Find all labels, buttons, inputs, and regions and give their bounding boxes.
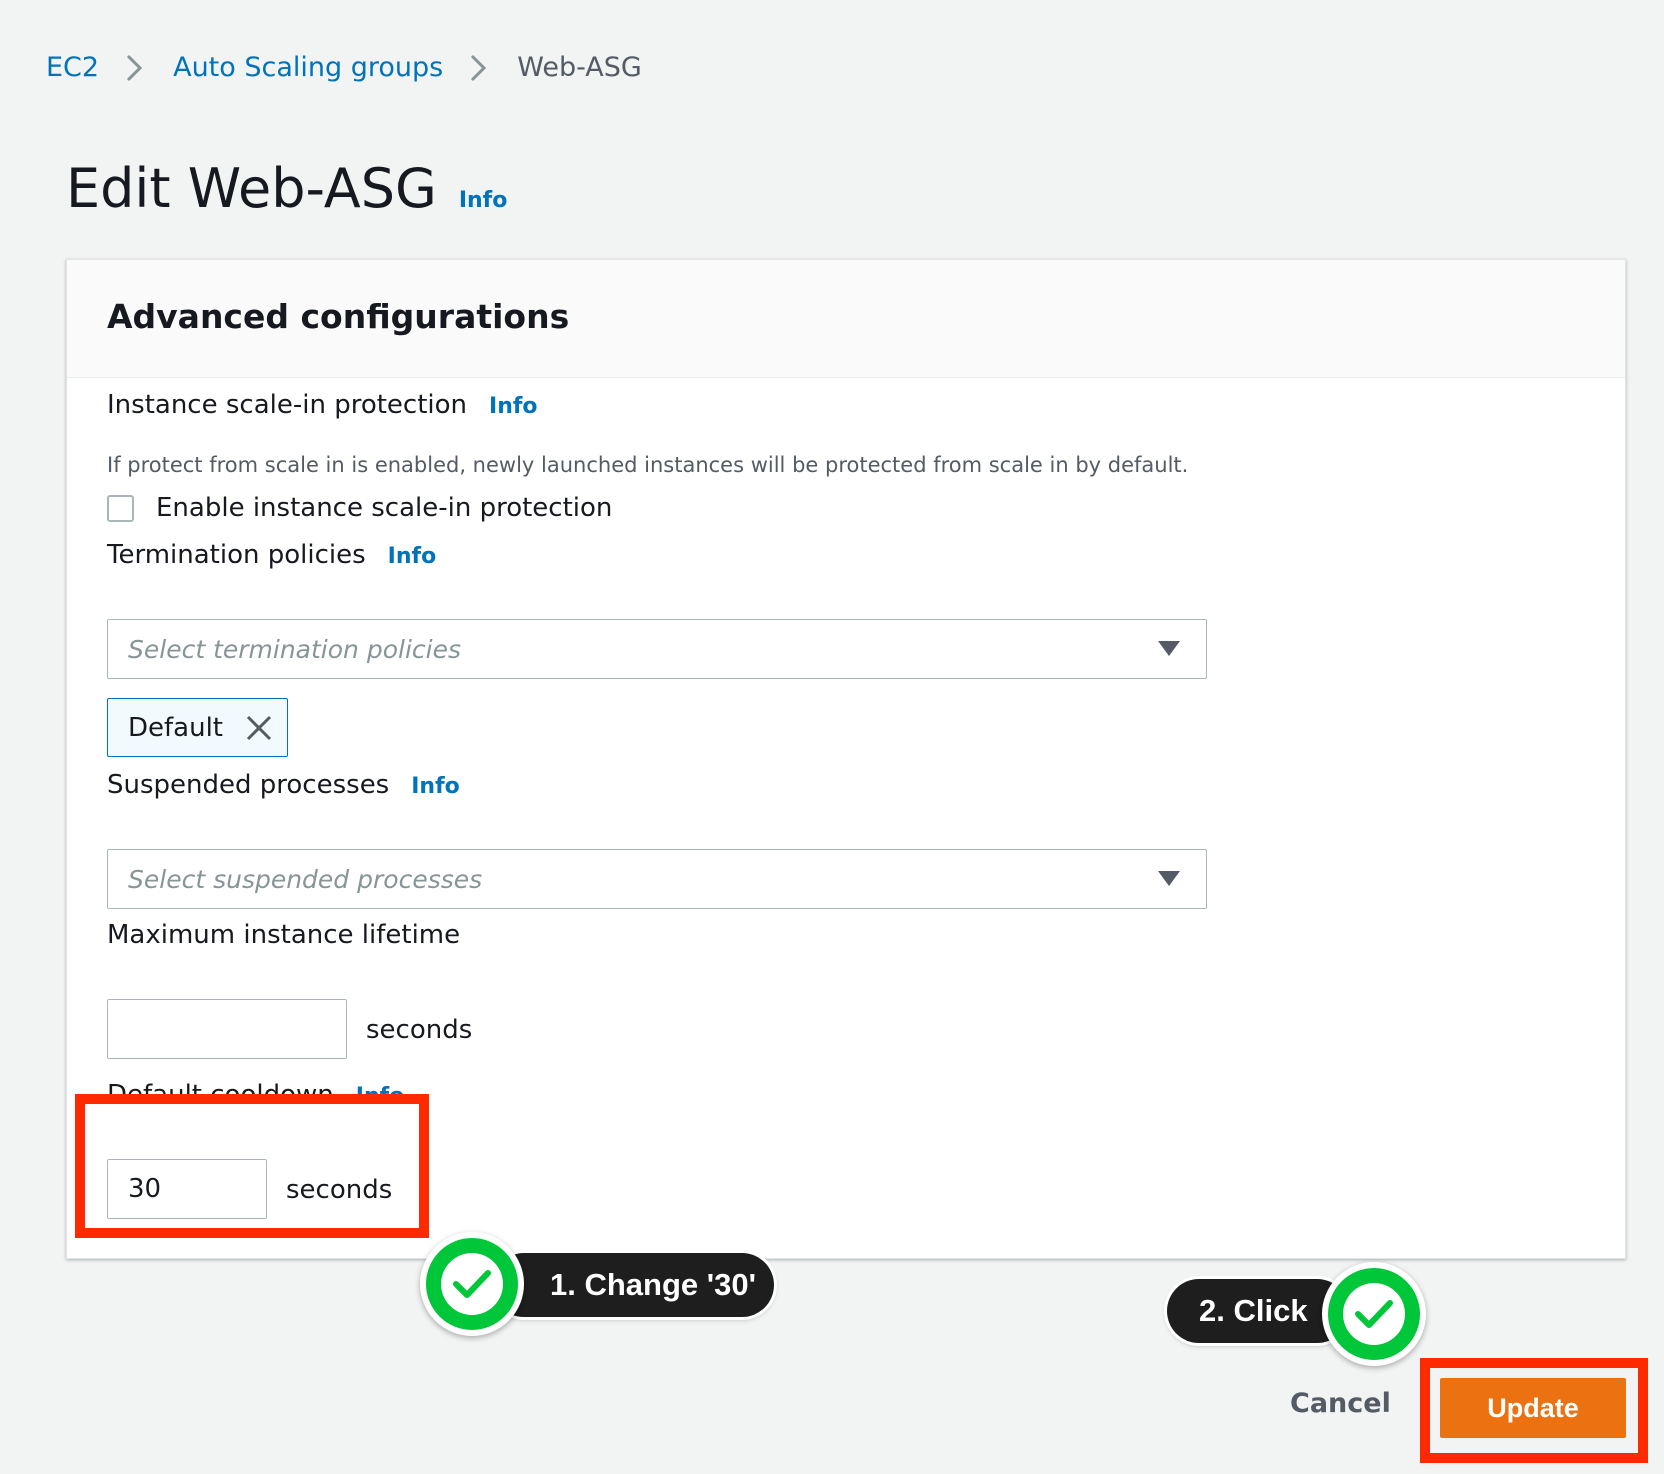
termination-policies-label: Termination policies Info <box>107 540 436 570</box>
page-header: Edit Web-ASG Info <box>66 152 507 226</box>
max-instance-lifetime-label-text: Maximum instance lifetime <box>107 920 461 950</box>
scale-in-protection-checkbox[interactable] <box>107 494 134 522</box>
breadcrumb-auto-scaling-groups[interactable]: Auto Scaling groups <box>173 48 443 88</box>
cooldown-highlight-box <box>75 1094 429 1238</box>
scale-in-protection-checkbox-row[interactable]: Enable instance scale-in protection <box>107 493 612 523</box>
cancel-button[interactable]: Cancel <box>1290 1388 1391 1419</box>
scale-in-protection-info-link[interactable]: Info <box>489 394 538 419</box>
chevron-right-icon <box>125 53 143 83</box>
breadcrumb: EC2 Auto Scaling groups Web-ASG <box>46 48 642 88</box>
suspended-processes-select[interactable]: Select suspended processes <box>107 849 1207 909</box>
page-title: Edit Web-ASG <box>66 157 437 220</box>
caret-down-icon <box>1158 641 1180 656</box>
termination-policies-select[interactable]: Select termination policies <box>107 619 1207 679</box>
panel-title: Advanced configurations <box>107 297 570 336</box>
scale-in-protection-label: Instance scale-in protection Info <box>107 390 538 420</box>
scale-in-protection-label-text: Instance scale-in protection <box>107 390 468 420</box>
page-info-link[interactable]: Info <box>459 188 508 213</box>
check-icon <box>441 1253 503 1315</box>
close-icon[interactable] <box>245 714 273 749</box>
step1-callout: 1. Change '30' <box>492 1253 774 1317</box>
update-button[interactable]: Update <box>1440 1378 1626 1438</box>
step1-check-badge <box>420 1232 524 1336</box>
max-instance-lifetime-label: Maximum instance lifetime <box>107 920 460 950</box>
termination-policies-placeholder: Select termination policies <box>128 634 461 664</box>
breadcrumb-web-asg: Web-ASG <box>517 52 642 83</box>
termination-policies-label-text: Termination policies <box>107 540 366 570</box>
chevron-right-icon <box>469 53 487 83</box>
suspended-processes-placeholder: Select suspended processes <box>128 864 483 894</box>
panel-header: Advanced configurations <box>67 260 1625 378</box>
termination-policy-token: Default <box>107 698 288 757</box>
scale-in-protection-checkbox-label: Enable instance scale-in protection <box>156 493 613 523</box>
suspended-processes-label-text: Suspended processes <box>107 770 390 800</box>
termination-policy-token-label: Default <box>128 712 223 743</box>
caret-down-icon <box>1158 871 1180 886</box>
step2-check-badge <box>1322 1262 1426 1366</box>
suspended-processes-info-link[interactable]: Info <box>411 774 460 799</box>
max-instance-lifetime-unit: seconds <box>366 1015 473 1045</box>
termination-policies-info-link[interactable]: Info <box>388 544 437 569</box>
check-icon <box>1343 1283 1405 1345</box>
max-instance-lifetime-input[interactable] <box>107 999 347 1059</box>
scale-in-protection-description: If protect from scale in is enabled, new… <box>107 453 1189 477</box>
suspended-processes-label: Suspended processes Info <box>107 770 460 800</box>
breadcrumb-ec2[interactable]: EC2 <box>46 48 99 88</box>
